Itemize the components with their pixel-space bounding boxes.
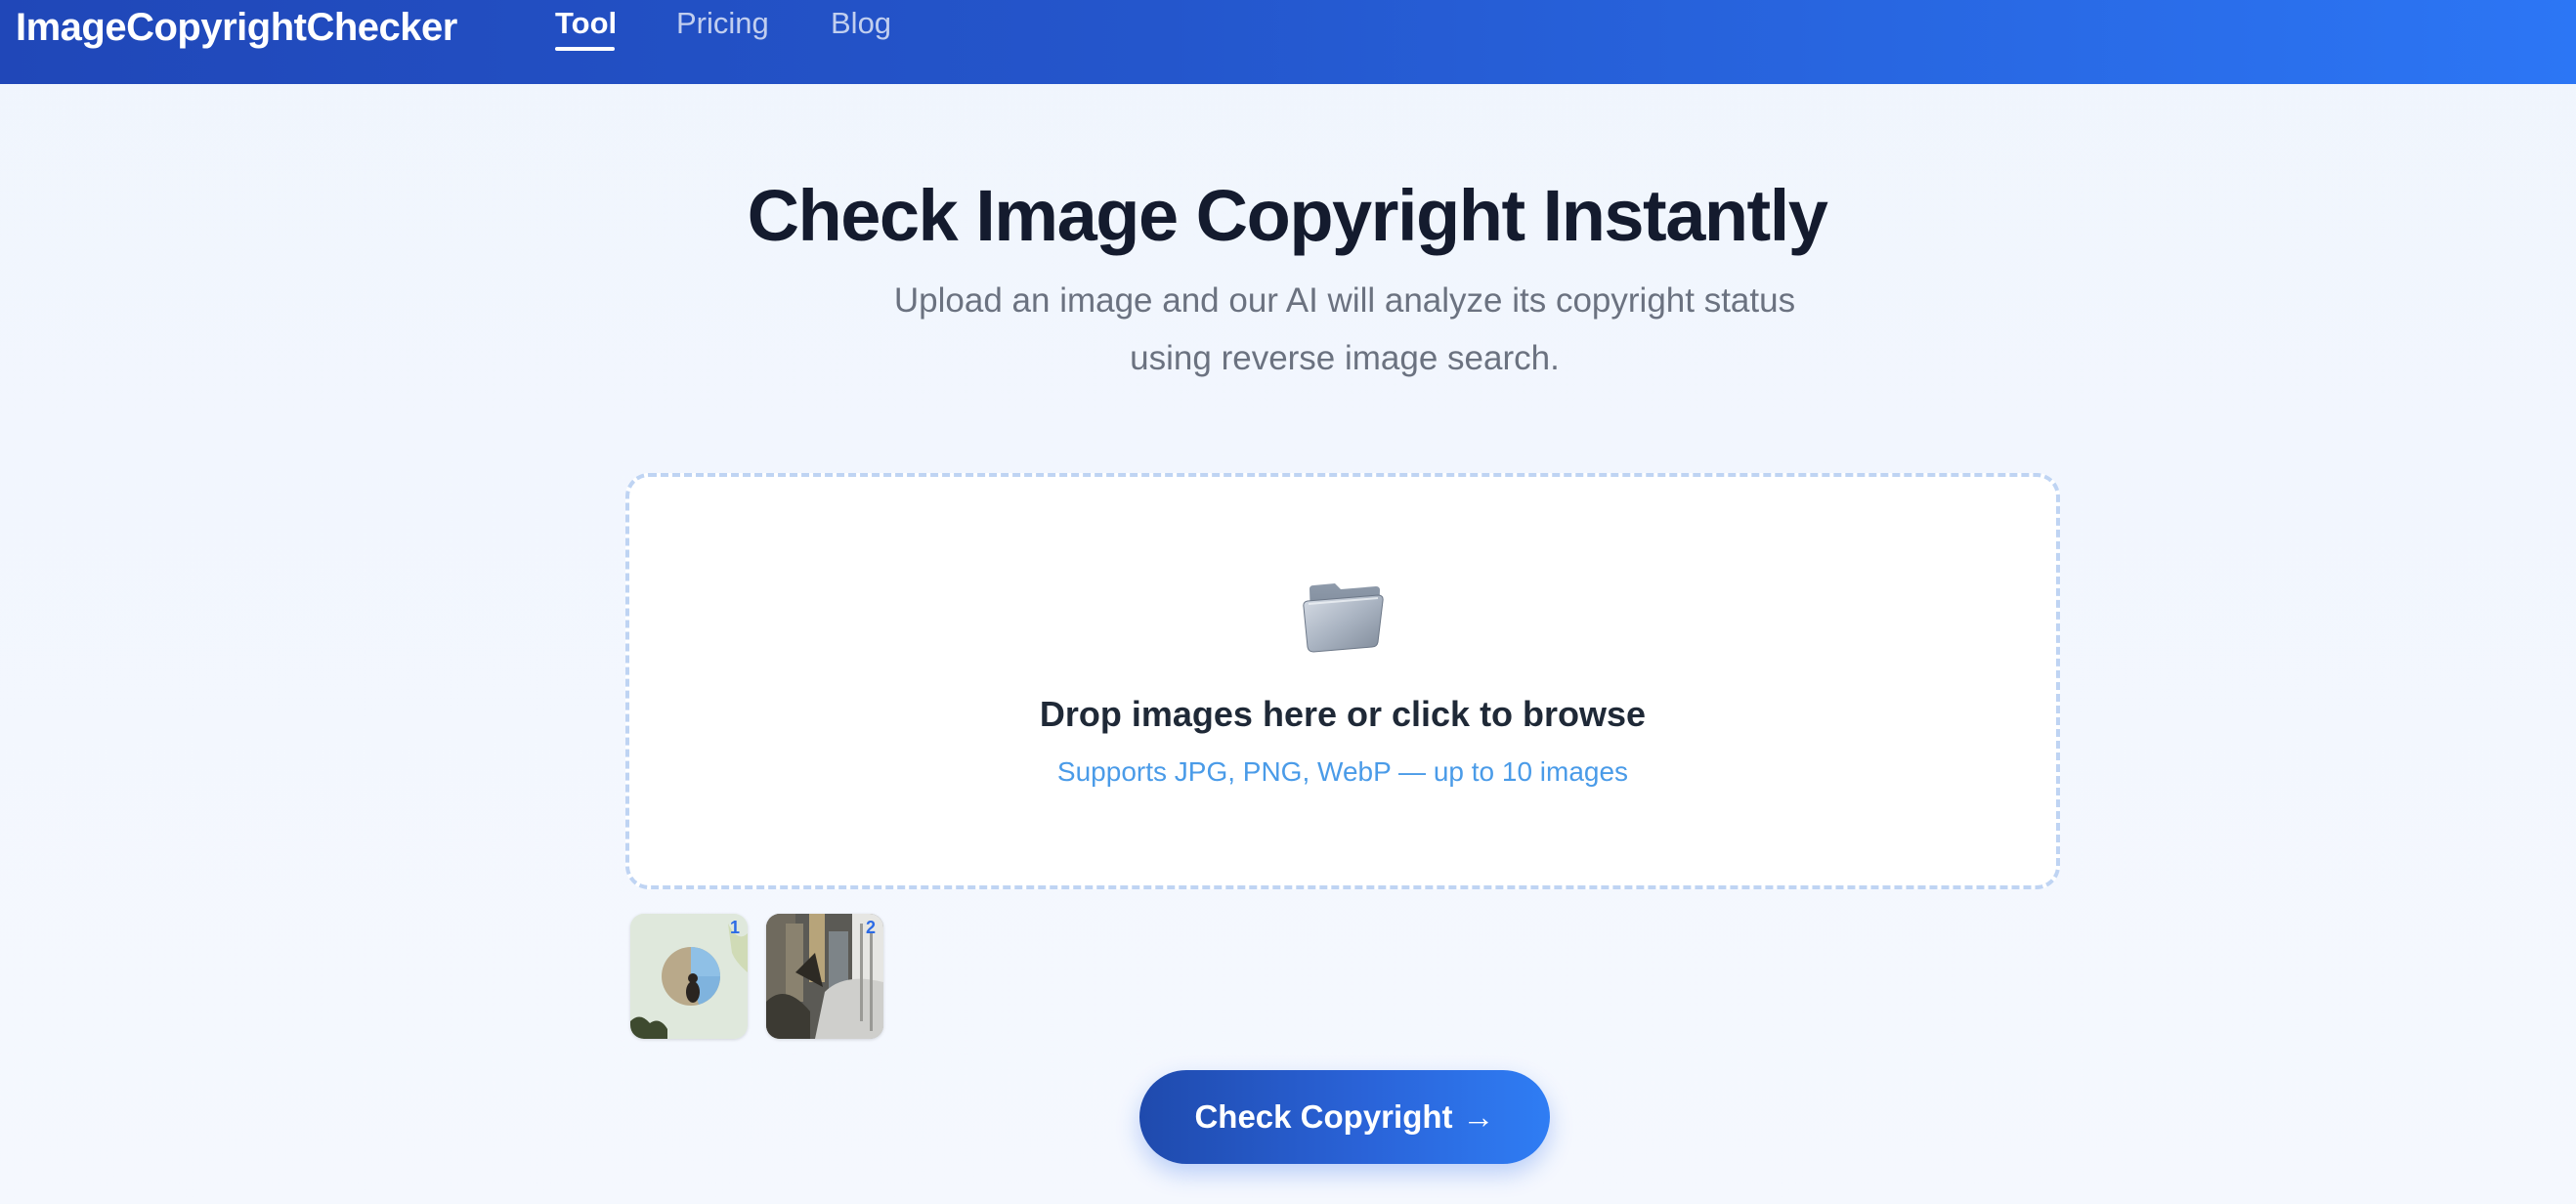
check-copyright-label: Check Copyright [1194,1098,1453,1135]
page-subtitle-line-1: Upload an image and our AI will analyze … [893,281,1796,320]
thumbnail-index-badge: 2 [865,918,876,937]
top-navbar: ImageCopyrightChecker Tool Pricing Blog [0,0,2576,84]
uploaded-image-thumbnail[interactable]: 1 [630,914,748,1039]
arrow-right-icon: → [1462,1098,1495,1135]
page-title: Check Image Copyright Instantly [747,175,1828,256]
nav-active-indicator [555,47,615,51]
dropzone-title: Drop images here or click to browse [1039,694,1647,734]
thumbnail-index-badge: 1 [729,918,740,937]
image-dropzone[interactable] [625,473,2060,889]
nav-tab-pricing[interactable]: Pricing [676,6,769,41]
uploaded-image-thumbnail[interactable]: 2 [766,914,883,1039]
dropzone-hint: Supports JPG, PNG, WebP — up to 10 image… [1056,756,1629,787]
folder-icon [1300,572,1388,660]
nav-tab-blog[interactable]: Blog [831,6,891,41]
check-copyright-button[interactable]: Check Copyright → [1139,1070,1550,1164]
site-logo[interactable]: ImageCopyrightChecker [16,6,457,50]
nav-tab-tool[interactable]: Tool [555,6,617,41]
page-subtitle-line-2: using reverse image search. [1130,339,1560,377]
